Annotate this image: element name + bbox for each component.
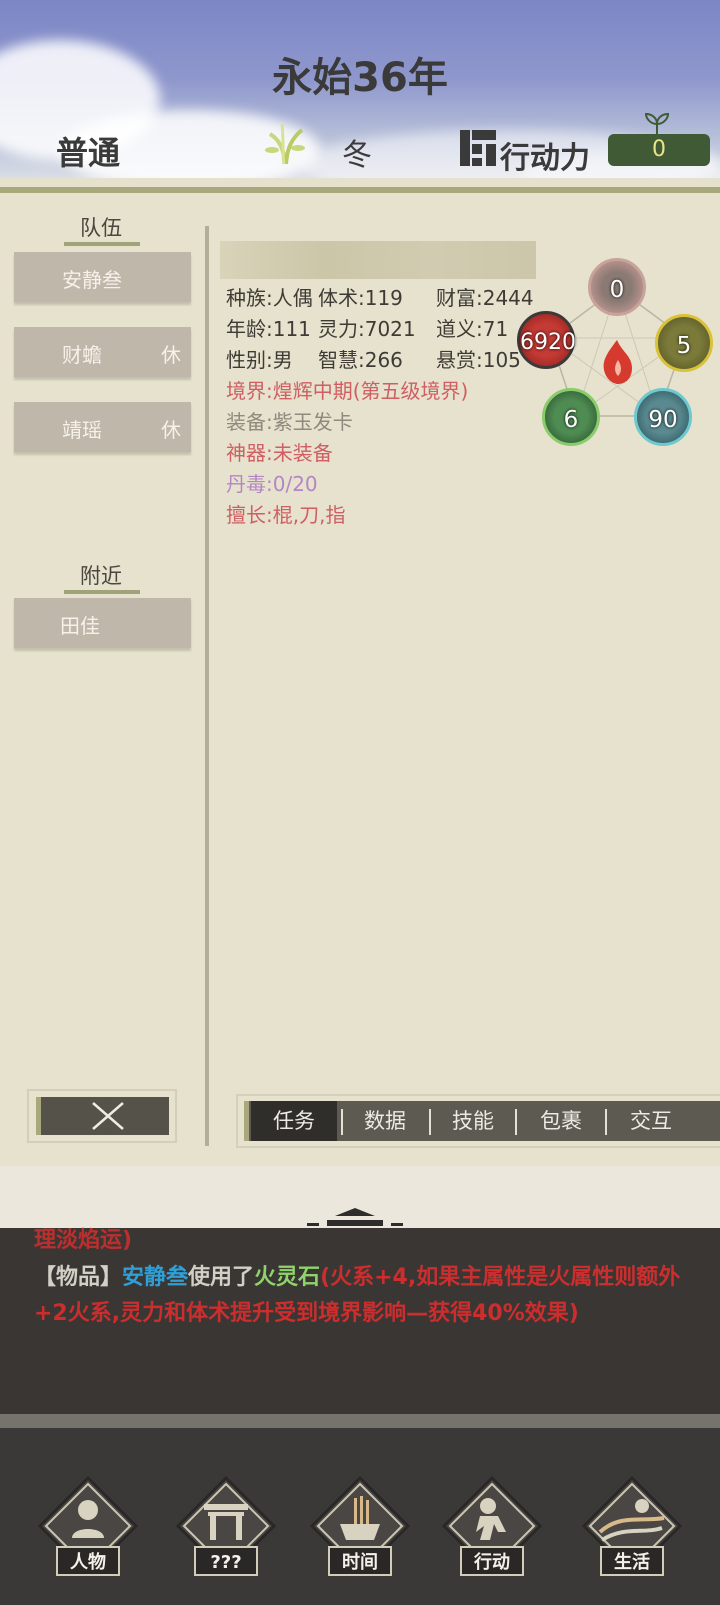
nearby-npc-button[interactable]: 田佳 [14,598,191,648]
tab-bar: 任务 数据 技能 包裹 交互 [244,1101,720,1141]
nav-life-label: 生活 [600,1546,664,1576]
year-title: 永始36年 [272,55,448,101]
tab-bar-frame: 任务 数据 技能 包裹 交互 [236,1094,720,1148]
log-separator [0,1414,720,1428]
tab-interact[interactable]: 交互 [609,1101,693,1141]
nav-unknown-label: ??? [194,1546,258,1576]
tab-separator [429,1109,431,1135]
morality-stat: 道义:71 [436,317,509,341]
action-power-label: 行动力 [500,141,590,176]
log-drag-handle[interactable] [0,1166,720,1228]
action-power-value: 0 [608,134,710,166]
sprout-icon [644,112,670,136]
header-divider [0,187,720,193]
difficulty-label: 普通 [56,134,121,172]
log-entry: 【物品】安静叁使用了火灵石(火系+4,如果主属性是火属性则额外+2火系,灵力和体… [34,1260,694,1332]
column-divider [205,226,209,1146]
body-stat: 体术:119 [318,286,403,310]
water-element-badge[interactable]: 90 [634,388,692,446]
nearby-underline [64,590,140,594]
equipment-stat: 装备:紫玉发卡 [226,410,353,434]
tab-inventory[interactable]: 包裹 [519,1101,603,1141]
tab-separator [341,1109,343,1135]
team-underline [64,242,140,246]
team-member-button[interactable]: 财蟾 休 [14,327,191,377]
tab-data[interactable]: 数据 [345,1101,425,1141]
bounty-stat: 悬赏:105 [436,348,521,372]
bottom-nav: 人物 ??? 时间 行动 生活 [0,1428,720,1605]
nearby-section-label: 附近 [80,564,122,588]
earth-element-badge[interactable]: 5 [655,314,713,372]
log-verb: 使用了 [188,1265,255,1290]
nav-time-label: 时间 [328,1546,392,1576]
wood-element-badge[interactable]: 6 [542,388,600,446]
log-prefix: 【物品】 [34,1265,123,1290]
gender-stat: 性别:男 [226,348,293,372]
age-stat: 年龄:111 [226,317,311,341]
nav-action-label: 行动 [460,1546,524,1576]
team-section-label: 队伍 [80,216,122,240]
member-name: 安静叁 [62,268,122,292]
nav-character-button[interactable]: 人物 [36,1476,140,1580]
tab-separator [515,1109,517,1135]
season-label: 冬 [342,138,372,173]
character-name-bar [220,241,536,279]
team-member-button[interactable]: 安静叁 [14,252,191,302]
log-actor: 安静叁 [122,1265,189,1290]
nav-action-button[interactable]: 行动 [440,1476,544,1580]
nav-unknown-button[interactable]: ??? [174,1476,278,1580]
artifact-stat: 神器:未装备 [226,441,333,465]
expand-chevron-icon [307,1208,403,1226]
log-previous-line: 理淡焰运) [34,1228,133,1253]
spirit-stat: 灵力:7021 [318,317,416,341]
tab-skills[interactable]: 技能 [433,1101,513,1141]
pill-poison-stat: 丹毒:0/20 [226,472,318,496]
specialty-stat: 擅长:棍,刀,指 [226,503,346,527]
close-button[interactable] [27,1089,177,1143]
fire-element-badge[interactable]: 6920 [517,311,576,369]
nav-character-label: 人物 [56,1546,120,1576]
nav-time-button[interactable]: 时间 [308,1476,412,1580]
nav-life-button[interactable]: 生活 [580,1476,684,1580]
member-name: 财蟾 [62,343,102,367]
log-item: 火灵石 [254,1265,321,1290]
tab-separator [605,1109,607,1135]
close-button-face [36,1097,169,1135]
race-stat: 种族:人偶 [226,286,313,310]
season-plant-icon [265,123,305,165]
action-power-icon [460,130,496,166]
tab-tasks[interactable]: 任务 [251,1101,337,1141]
realm-stat: 境界:煌辉中期(第五级境界) [226,379,469,403]
team-member-button[interactable]: 靖瑶 休 [14,402,191,452]
member-status: 休 [161,343,181,367]
close-icon [92,1102,124,1130]
wisdom-stat: 智慧:266 [318,348,403,372]
npc-name: 田佳 [60,614,100,638]
member-status: 休 [161,418,181,442]
message-log[interactable]: 理淡焰运) 【物品】安静叁使用了火灵石(火系+4,如果主属性是火属性则额外+2火… [0,1228,720,1414]
header: 永始36年 普通 冬 行动力 0 [0,0,720,178]
metal-element-badge[interactable]: 0 [588,258,646,316]
member-name: 靖瑶 [62,418,102,442]
